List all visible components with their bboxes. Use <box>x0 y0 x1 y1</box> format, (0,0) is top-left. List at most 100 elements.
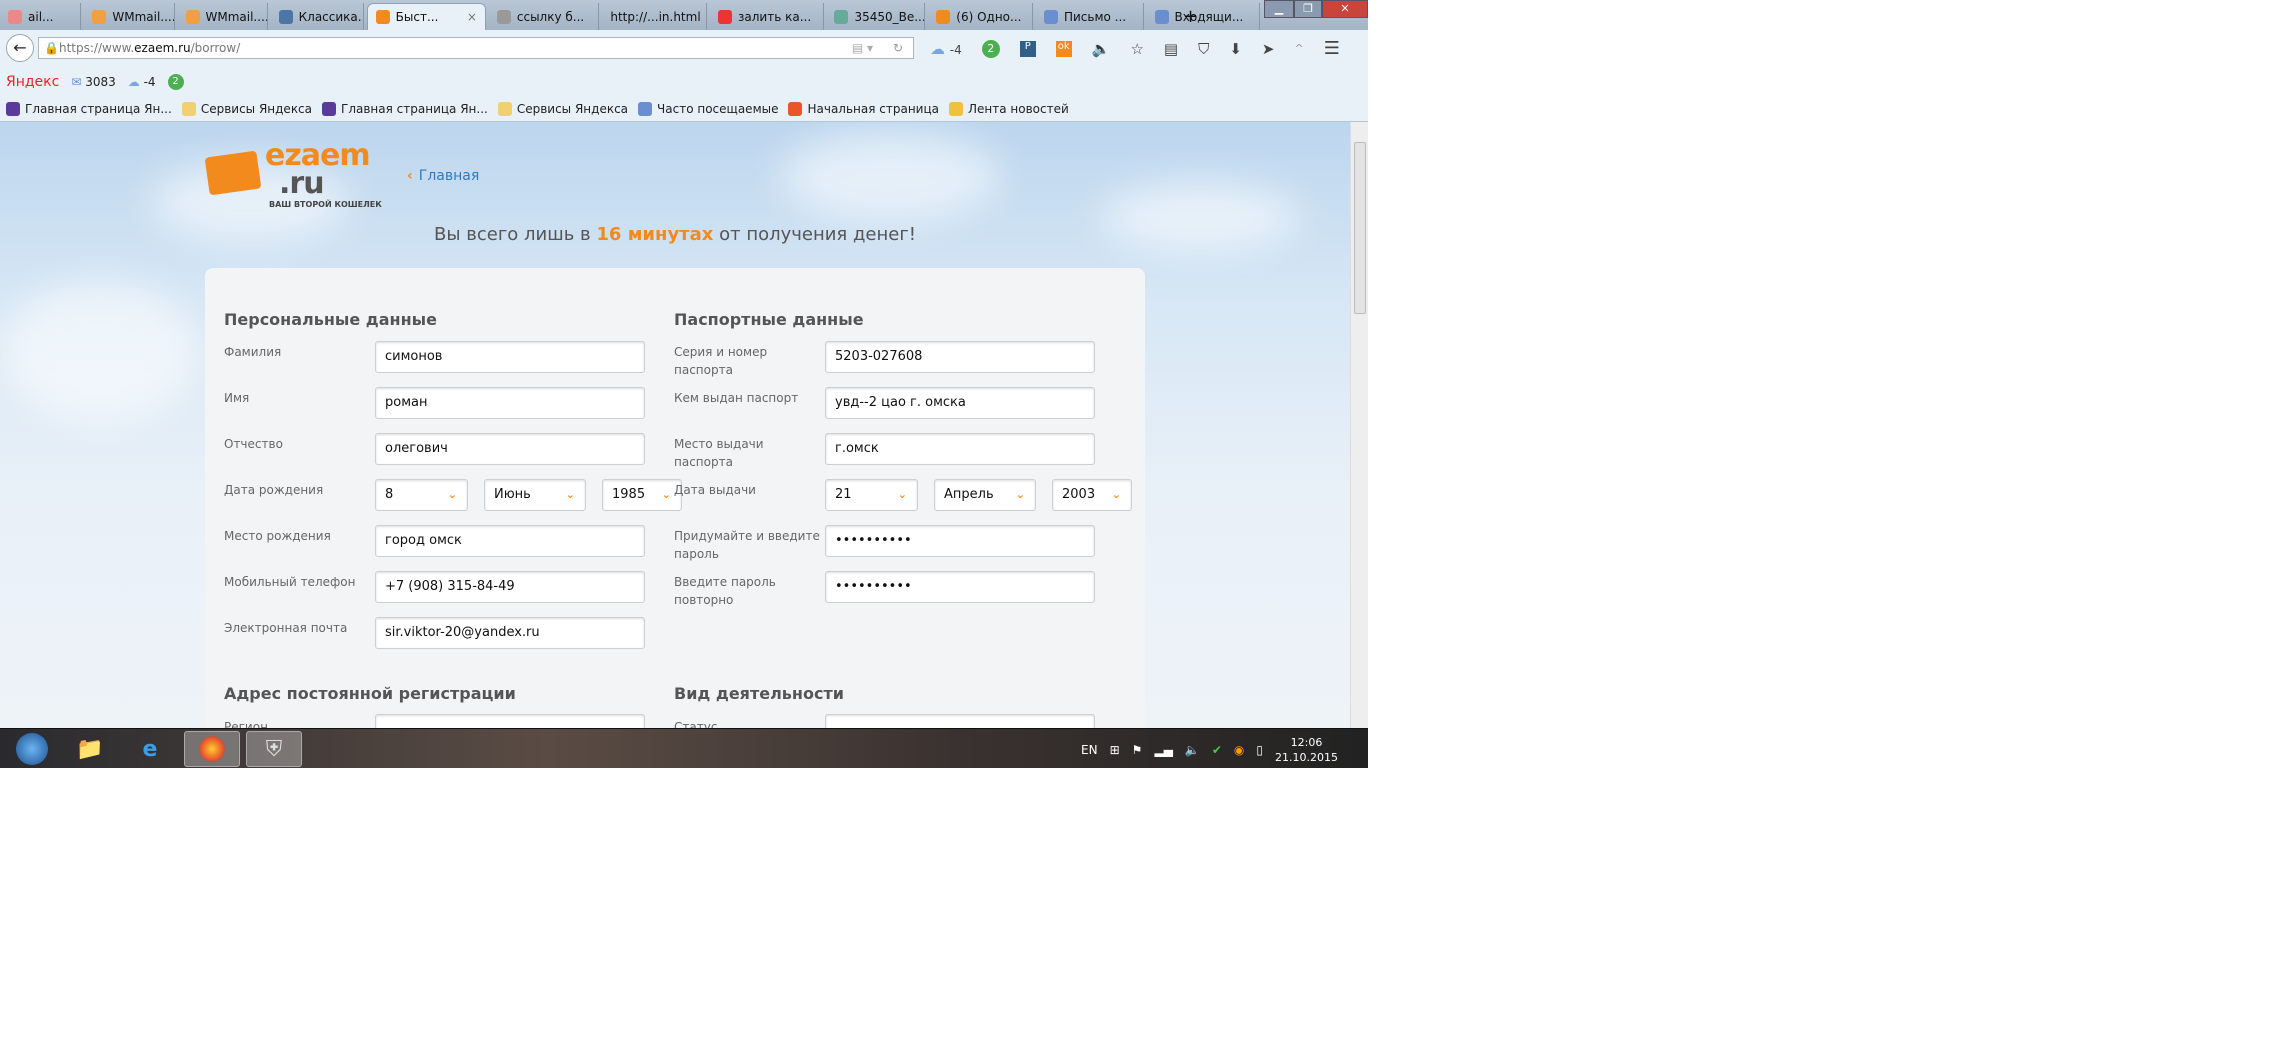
chevron-up-icon[interactable]: ^ <box>1295 42 1304 55</box>
bookmark[interactable]: Лента новостей <box>949 101 1069 116</box>
tagline-post: от получения денег! <box>713 224 917 245</box>
status-label: Статус <box>674 720 718 728</box>
status-field[interactable] <box>825 714 1095 728</box>
maximize-button[interactable]: ❐ <box>1294 0 1322 18</box>
first-name-field[interactable]: роман <box>375 387 645 419</box>
tab[interactable]: Письмо ... <box>1036 3 1144 30</box>
logo-text: ezaem .ru <box>265 141 371 199</box>
menu-icon[interactable]: ☰ <box>1324 38 1340 59</box>
wallet-icon <box>375 10 390 24</box>
new-tab-button[interactable]: + <box>1175 3 1206 30</box>
yandex-weather[interactable]: ☁ -4 <box>128 75 156 89</box>
chevron-down-icon: ⌄ <box>1111 488 1121 501</box>
badge-icon[interactable]: 2 <box>981 39 1000 58</box>
weather-widget[interactable]: ☁ -4 <box>930 40 962 58</box>
ie-icon[interactable]: e <box>122 731 178 767</box>
bookmark[interactable]: Начальная страница <box>788 101 940 116</box>
issue-place-label: Место выдачи паспорта <box>674 437 764 469</box>
issue-place-field[interactable]: г.омск <box>825 433 1095 465</box>
language-indicator[interactable]: EN <box>1081 743 1098 757</box>
email-field[interactable]: sir.viktor-20@yandex.ru <box>375 617 645 649</box>
patronymic-field[interactable]: олегович <box>375 433 645 465</box>
url-bar[interactable]: 🔒 https://www.ezaem.ru/borrow/ ↻ ▤ ▾ <box>38 37 914 59</box>
yandex-logo[interactable]: Яндекс <box>6 74 59 90</box>
pocket-icon[interactable]: ⛉ <box>1198 40 1209 58</box>
tab[interactable]: WMmail.... <box>84 3 175 30</box>
app-tray-icon[interactable]: ◉ <box>1234 743 1244 757</box>
chevron-left-icon: ‹ <box>407 168 413 184</box>
birth-date-year-select[interactable]: 1985 ⌄ <box>602 479 682 511</box>
scrollbar[interactable] <box>1350 122 1368 728</box>
tab-label: WMmail.... <box>112 9 175 24</box>
birthplace-label: Место рождения <box>224 529 331 543</box>
speaker-icon[interactable]: 🔈 <box>1092 40 1111 58</box>
region-field[interactable] <box>375 714 645 728</box>
tab[interactable]: http://...in.html <box>602 3 708 30</box>
star-icon[interactable]: ☆ <box>1130 40 1143 58</box>
tab[interactable]: Классика... <box>271 3 364 30</box>
bookmark-label: Сервисы Яндекса <box>200 101 313 116</box>
volume-icon[interactable]: 🔈 <box>1185 743 1200 757</box>
last-name-label: Фамилия <box>224 345 282 359</box>
last-name-field[interactable]: симонов <box>375 341 645 373</box>
bookmark[interactable]: Сервисы Яндекса <box>497 101 628 116</box>
windows-icon[interactable]: ⊞ <box>1110 743 1120 757</box>
clipboard-icon[interactable]: ▤ <box>1164 40 1178 58</box>
bookmark[interactable]: Главная страница Ян... <box>6 101 172 116</box>
back-button[interactable]: ← <box>6 34 34 62</box>
reload-icon[interactable]: ↻ <box>893 38 903 58</box>
bookmark-icon <box>181 101 196 116</box>
network-icon[interactable]: ✔ <box>1212 743 1222 757</box>
ok-icon[interactable]: ok <box>1055 40 1072 57</box>
firefox-icon[interactable] <box>184 731 240 767</box>
close-tab-icon[interactable]: × <box>467 10 477 24</box>
password-repeat-field[interactable]: •••••••••• <box>825 571 1095 603</box>
issue-date-month-select[interactable]: Апрель ⌄ <box>934 479 1036 511</box>
password-field[interactable]: •••••••••• <box>825 525 1095 557</box>
tab[interactable]: ссылку б... <box>489 3 600 30</box>
start-button[interactable] <box>4 731 60 767</box>
bookmark[interactable]: Главная страница Ян... <box>322 101 488 116</box>
bookmark-icon <box>788 101 803 116</box>
tagline: Вы всего лишь в 16 минутах от получения … <box>0 224 1350 245</box>
close-window-button[interactable]: ✕ <box>1322 0 1368 18</box>
reader-icon[interactable]: ▤ ▾ <box>852 38 873 58</box>
tab[interactable]: залить ка... <box>710 3 824 30</box>
send-icon[interactable]: ➤ <box>1262 40 1275 58</box>
region-label: Регион <box>224 720 268 728</box>
mail-widget[interactable]: ✉ 3083 <box>71 75 115 89</box>
passport-number-field[interactable]: 5203-027608 <box>825 341 1095 373</box>
tab[interactable]: WMmail.... <box>178 3 268 30</box>
issue-date-day-select[interactable]: 21 ⌄ <box>825 479 918 511</box>
p-icon[interactable]: P <box>1019 40 1036 57</box>
phone-field[interactable]: +7 (908) 315-84-49 <box>375 571 645 603</box>
wallet-icon <box>204 150 262 196</box>
minimize-button[interactable]: ▁ <box>1264 0 1294 18</box>
tab[interactable]: 35450_Ве... <box>826 3 926 30</box>
signal-icon[interactable]: ▂▄ <box>1154 743 1172 757</box>
tab[interactable]: (6) Одно... <box>928 3 1034 30</box>
download-icon[interactable]: ⬇ <box>1229 40 1242 58</box>
activity-heading: Вид деятельности <box>674 684 844 703</box>
issue-date-year-select[interactable]: 2003 ⌄ <box>1052 479 1132 511</box>
world-of-tanks-icon[interactable]: ⛨ <box>246 731 302 767</box>
birthplace-field[interactable]: город омск <box>375 525 645 557</box>
bookmark-icon <box>949 101 964 116</box>
clock[interactable]: 12:06 21.10.2015 <box>1275 735 1338 765</box>
issued-by-field[interactable]: увд--2 цао г. омска <box>825 387 1095 419</box>
bookmark[interactable]: Сервисы Яндекса <box>181 101 313 116</box>
flag-icon[interactable]: ⚑ <box>1132 743 1143 757</box>
tab[interactable]: ail... <box>0 3 82 30</box>
birth-date-month-select[interactable]: Июнь ⌄ <box>484 479 586 511</box>
bookmark[interactable]: Часто посещаемые <box>638 101 778 116</box>
phone-label: Мобильный телефон <box>224 575 356 589</box>
usb-icon[interactable]: ▯ <box>1256 743 1263 757</box>
home-link[interactable]: ‹ Главная <box>407 168 479 184</box>
birth-date-day-select[interactable]: 8 ⌄ <box>375 479 468 511</box>
yandex-badge[interactable]: 2 <box>167 74 184 90</box>
lock-icon: 🔒 <box>44 41 59 55</box>
scrollbar-thumb[interactable] <box>1354 142 1366 314</box>
explorer-icon[interactable]: 📁 <box>62 731 118 767</box>
bookmark-label: Начальная страница <box>807 101 940 116</box>
tab[interactable]: Быст... × <box>366 3 486 30</box>
